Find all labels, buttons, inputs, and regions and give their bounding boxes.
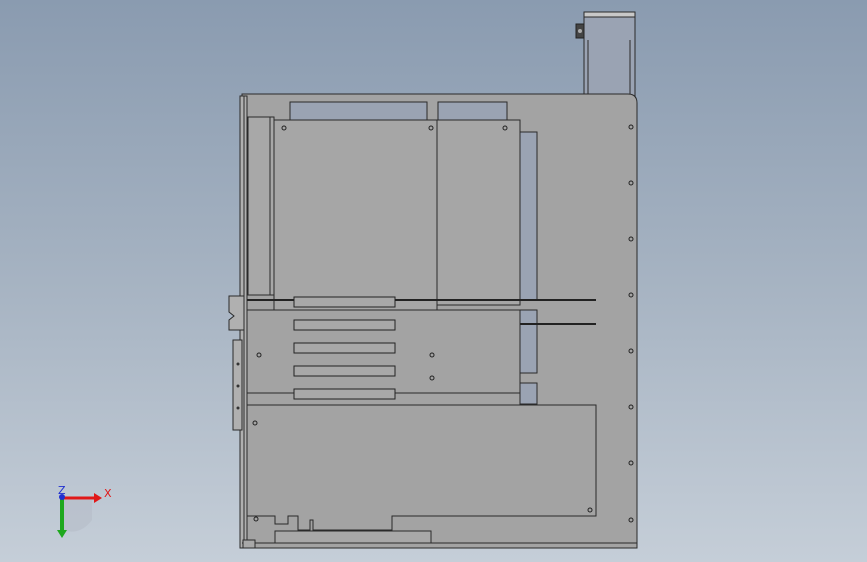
x-axis-arrowhead <box>94 493 102 503</box>
drive-panel-left[interactable] <box>273 119 438 311</box>
top-vents <box>289 101 508 123</box>
drive-panel-right[interactable] <box>436 119 521 306</box>
lower-mounting-plate[interactable] <box>246 404 597 531</box>
side-vents <box>519 131 538 405</box>
x-axis-label: X <box>104 487 112 500</box>
triad-plane <box>62 500 92 532</box>
y-axis-arrowhead <box>57 530 67 538</box>
cad-viewport[interactable]: X Z <box>0 0 867 562</box>
z-axis-label: Z <box>58 484 66 497</box>
motor-housing[interactable] <box>575 11 636 97</box>
motor-knob-center <box>578 29 582 33</box>
cad-drawing[interactable]: X Z <box>0 0 867 562</box>
axis-triad[interactable]: X Z <box>57 484 112 538</box>
